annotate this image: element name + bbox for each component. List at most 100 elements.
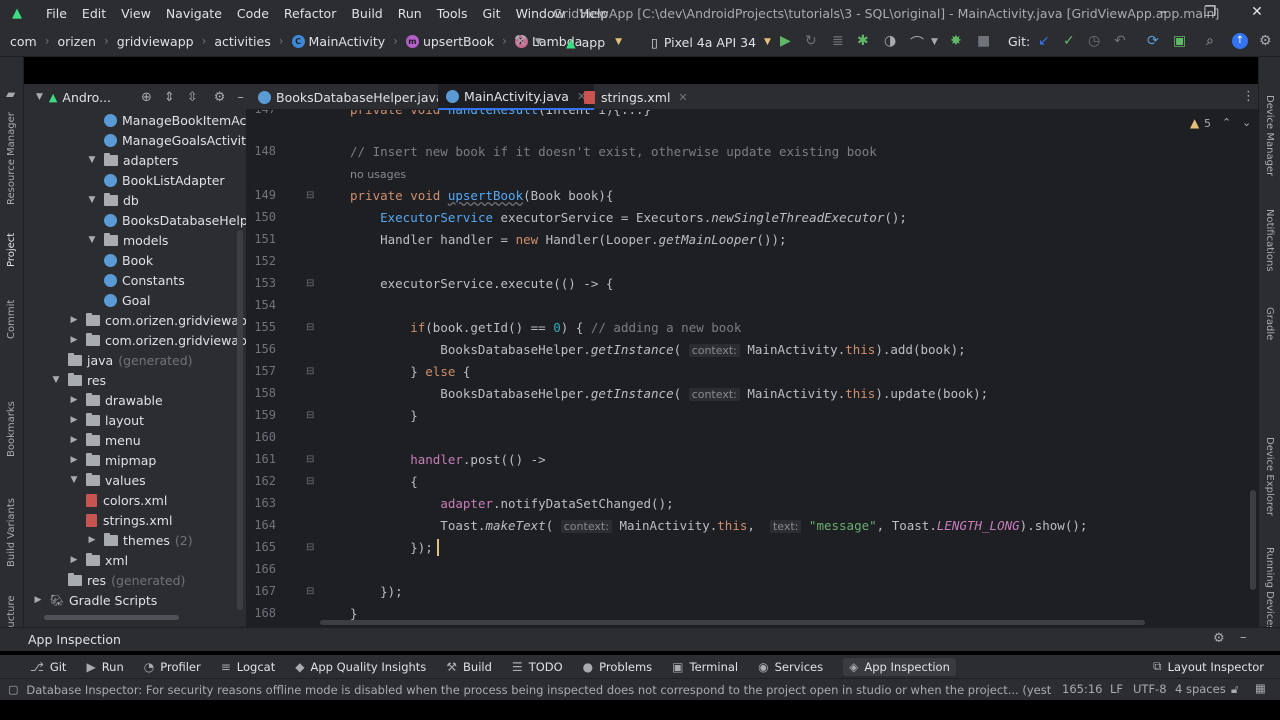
tree-item[interactable]: BookListAdapter xyxy=(104,170,225,190)
locate-icon[interactable]: ⊕ xyxy=(141,90,152,105)
chevron-right-icon[interactable]: ▶ xyxy=(68,555,80,565)
tool-notifications[interactable]: Notifications xyxy=(1264,209,1275,289)
menu-code[interactable]: Code xyxy=(237,6,269,21)
file-encoding[interactable]: UTF-8 xyxy=(1133,682,1167,696)
update-icon[interactable]: ↑ xyxy=(1232,33,1248,49)
chevron-down-icon[interactable]: ▼ xyxy=(36,92,43,102)
tool-window-app-inspection[interactable]: ◈ App Inspection xyxy=(843,657,956,676)
code-line[interactable]: } else { xyxy=(350,364,470,379)
breadcrumb-item[interactable]: orizen xyxy=(58,34,96,49)
code-line[interactable]: BooksDatabaseHelper.getInstance( context… xyxy=(350,386,988,401)
chevron-right-icon[interactable]: ▶ xyxy=(68,315,80,325)
tree-item[interactable]: res (generated) xyxy=(50,570,185,590)
fold-icon[interactable]: ⊟ xyxy=(306,454,314,465)
git-history-icon[interactable]: ◷ xyxy=(1088,33,1100,49)
tool-window-services[interactable]: ◉ Services xyxy=(758,658,823,676)
usage-hint[interactable]: no usages xyxy=(350,168,406,181)
tool-device-manager[interactable]: Device Manager xyxy=(1264,95,1275,195)
fold-icon[interactable]: ⊟ xyxy=(306,278,314,289)
hide-panel-icon[interactable]: – xyxy=(237,90,244,105)
menu-run[interactable]: Run xyxy=(398,6,422,21)
code-line[interactable]: private void upsertBook(Book book){ xyxy=(350,188,613,203)
chevron-down-icon[interactable]: ▼ xyxy=(86,155,98,165)
tool-running-devices[interactable]: Running Devices xyxy=(1264,547,1275,637)
minimize-button[interactable]: – xyxy=(1148,4,1178,20)
code-line[interactable]: ExecutorService executorService = Execut… xyxy=(350,210,907,225)
tool-window-app-quality-insights[interactable]: ◆ App Quality Insights xyxy=(295,658,426,676)
tree-item[interactable]: ▶com.orizen.gridviewapp(te xyxy=(68,330,246,350)
tree-item[interactable]: ManageBookItemAc xyxy=(104,110,246,130)
editor-horizontal-scrollbar[interactable] xyxy=(320,620,1145,625)
gear-icon[interactable]: ⚙ xyxy=(214,90,226,105)
chevron-right-icon[interactable]: ▶ xyxy=(68,395,80,405)
tree-item[interactable]: Book xyxy=(104,250,153,270)
menu-file[interactable]: File xyxy=(46,6,67,21)
chevron-right-icon[interactable]: ▶ xyxy=(86,535,98,545)
warning-icon[interactable]: ▲ xyxy=(1190,116,1199,130)
tree-item[interactable]: ▼ db xyxy=(86,190,139,210)
apply-changes-icon[interactable]: ≣ xyxy=(832,33,844,49)
code-line[interactable]: Handler handler = new Handler(Looper.get… xyxy=(350,232,786,247)
tool-gradle[interactable]: Gradle xyxy=(1264,307,1275,357)
tree-item[interactable]: java (generated) xyxy=(50,350,193,370)
indent-setting[interactable]: 4 spaces xyxy=(1175,682,1226,696)
git-update-icon[interactable]: ↙ xyxy=(1038,33,1050,49)
tree-item[interactable]: ▶ themes (2) xyxy=(86,530,193,550)
chevron-right-icon[interactable]: ▶ xyxy=(68,335,80,345)
tool-device-explorer[interactable]: Device Explorer xyxy=(1264,437,1275,527)
profile-icon[interactable]: ◑ xyxy=(884,33,896,49)
status-message[interactable]: Database Inspector: For security reasons… xyxy=(26,683,1051,697)
sync-gradle-icon[interactable]: ⟳ xyxy=(1147,33,1159,49)
tool-window-git[interactable]: ⎇ Git xyxy=(30,658,66,676)
chevron-down-icon[interactable]: ▼ xyxy=(86,235,98,245)
breadcrumb-item[interactable]: gridviewapp xyxy=(117,34,194,49)
settings-icon[interactable]: ⚙ xyxy=(1259,33,1272,49)
debug-icon[interactable]: ✱ xyxy=(857,33,869,49)
tool-commit[interactable]: Commit xyxy=(6,289,17,339)
tree-item[interactable]: Goal xyxy=(104,290,150,310)
tree-item[interactable]: ▶ xml xyxy=(68,550,128,570)
chevron-down-icon[interactable]: ▼ xyxy=(86,195,98,205)
breadcrumb-item[interactable]: com xyxy=(10,34,37,49)
search-icon[interactable]: ⌕ xyxy=(1206,33,1214,49)
project-view-title[interactable]: Andro... xyxy=(62,90,111,105)
code-line[interactable]: { xyxy=(350,474,418,489)
tool-window-run[interactable]: ▶ Run xyxy=(86,658,123,676)
fold-icon[interactable]: ⊟ xyxy=(306,476,314,487)
lock-icon[interactable]: 🔓︎ xyxy=(1231,682,1238,697)
tab-strings-xml[interactable]: strings.xml ✕ xyxy=(576,84,696,110)
fold-icon[interactable]: ⊟ xyxy=(306,542,314,553)
tree-item[interactable]: ManageGoalsActivity xyxy=(104,130,246,150)
menu-edit[interactable]: Edit xyxy=(82,6,106,21)
tree-item[interactable]: ▶ mipmap xyxy=(68,450,156,470)
chevron-down-icon[interactable]: ▼ xyxy=(68,475,80,485)
fold-icon[interactable]: ⊟ xyxy=(306,366,314,377)
tool-window-build[interactable]: ⚒ Build xyxy=(446,658,492,676)
menu-build[interactable]: Build xyxy=(351,6,382,21)
fold-icon[interactable]: ⊟ xyxy=(306,190,314,201)
tool-bookmarks[interactable]: Bookmarks xyxy=(6,387,17,457)
chevron-down-icon[interactable]: ▼ xyxy=(535,37,542,47)
more-tabs-icon[interactable]: ⋮ xyxy=(1242,89,1255,104)
code-editor[interactable]: 147 private void handleResult(Intent i){.… xyxy=(246,110,1258,627)
rerun-icon[interactable]: ↻ xyxy=(805,33,817,49)
chevron-up-icon[interactable]: ⌃ xyxy=(1222,116,1231,129)
git-commit-icon[interactable]: ✓ xyxy=(1063,33,1075,49)
restore-button[interactable]: ❐ xyxy=(1195,4,1225,20)
fold-icon[interactable]: ⊟ xyxy=(306,322,314,333)
expand-all-icon[interactable]: ⇕ xyxy=(164,90,175,105)
gear-icon[interactable]: ⚙ xyxy=(1213,631,1225,646)
tool-resource-manager[interactable]: Resource Manager xyxy=(6,95,17,205)
editor-vertical-scrollbar[interactable] xyxy=(1250,490,1256,590)
chevron-down-icon[interactable]: ⌄ xyxy=(1242,116,1251,129)
code-line[interactable]: }); xyxy=(350,540,433,555)
chevron-down-icon[interactable]: ▼ xyxy=(50,375,62,385)
tree-item[interactable]: colors.xml xyxy=(86,490,167,510)
breadcrumb-item[interactable]: activities xyxy=(214,34,270,49)
chevron-right-icon[interactable]: ▶ xyxy=(32,595,44,605)
tree-item[interactable]: ▼ values xyxy=(68,470,146,490)
menu-tools[interactable]: Tools xyxy=(437,6,468,21)
code-line[interactable]: adapter.notifyDataSetChanged(); xyxy=(350,496,673,511)
chevron-right-icon[interactable]: ▶ xyxy=(68,415,80,425)
code-line[interactable]: private void handleResult(Intent i){...} xyxy=(350,110,651,117)
